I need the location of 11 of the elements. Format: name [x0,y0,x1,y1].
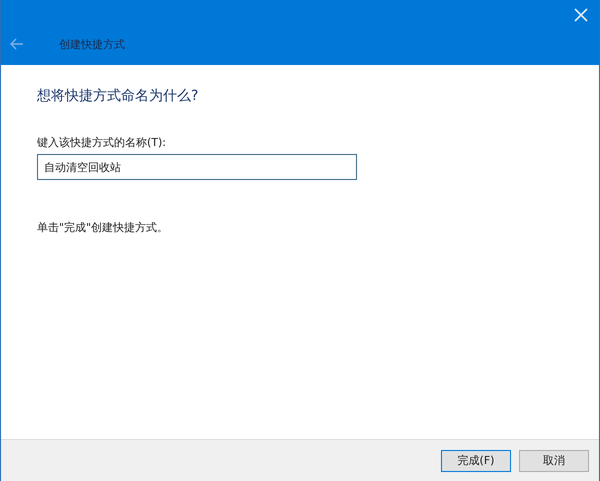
page-heading: 想将快捷方式命名为什么? [37,87,198,105]
close-button[interactable] [573,7,589,23]
back-arrow-icon [10,38,24,50]
cancel-button[interactable]: 取消 [519,450,589,472]
back-button[interactable] [9,36,25,52]
finish-button[interactable]: 完成(F) [441,450,511,472]
close-icon [574,8,588,22]
field-label: 键入该快捷方式的名称(T): [37,135,166,150]
instruction-text: 单击"完成"创建快捷方式。 [37,220,168,235]
window-title: 创建快捷方式 [59,36,125,52]
name-field[interactable]: 自动清空回收站 [37,154,357,180]
